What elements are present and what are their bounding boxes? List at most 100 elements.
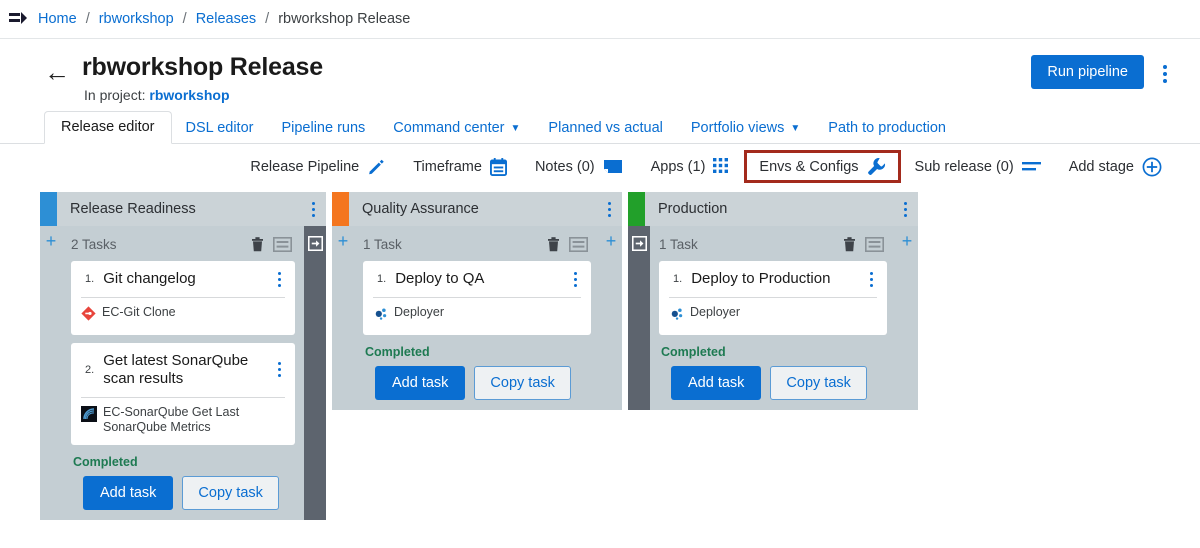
task-procedure-label: Deployer [690, 305, 740, 321]
task-card[interactable]: 1. Deploy to QA [363, 261, 591, 335]
stage-more-vertical-icon[interactable] [892, 192, 918, 226]
tab-label: Command center [393, 120, 504, 136]
toolbar-timeframe[interactable]: Timeframe [399, 152, 521, 182]
add-stage-left-rail[interactable]: + [40, 226, 62, 520]
task-procedure: Deployer [363, 298, 591, 335]
stage-more-vertical-icon[interactable] [596, 192, 622, 226]
stage-actions: Add task Copy task [363, 366, 591, 400]
stage-more-vertical-icon[interactable] [300, 192, 326, 226]
task-procedure: EC-Git Clone [71, 298, 295, 335]
stage-release-readiness: Release Readiness + 2 Tasks [40, 192, 326, 520]
task-header: 1. Deploy to QA [363, 261, 591, 297]
tab-planned-vs-actual[interactable]: Planned vs actual [534, 113, 676, 144]
delete-trash-icon[interactable] [843, 237, 856, 252]
toolbar-envs-and-configs[interactable]: Envs & Configs [744, 150, 900, 183]
project-prefix-label: In project: [84, 87, 145, 103]
copy-task-button[interactable]: Copy task [770, 366, 866, 400]
list-view-icon[interactable] [865, 237, 884, 252]
tab-path-to-production[interactable]: Path to production [814, 113, 960, 144]
calendar-icon [490, 158, 507, 176]
run-pipeline-button[interactable]: Run pipeline [1031, 55, 1144, 89]
copy-task-button[interactable]: Copy task [182, 476, 278, 510]
tab-command-center[interactable]: Command center ▼ [379, 113, 534, 144]
gate-icon [308, 236, 323, 254]
task-name: Git changelog [103, 270, 269, 288]
tab-portfolio-views[interactable]: Portfolio views ▼ [677, 113, 814, 144]
breadcrumb-item-current: rbworkshop Release [278, 11, 410, 27]
delete-trash-icon[interactable] [251, 237, 264, 252]
task-number: 1. [673, 273, 682, 285]
menu-collapse-icon[interactable] [8, 8, 30, 30]
task-more-vertical-icon[interactable] [269, 272, 289, 287]
task-header: 1. Deploy to Production [659, 261, 887, 297]
toolbar-release-pipeline[interactable]: Release Pipeline [236, 152, 399, 182]
task-card[interactable]: 1. Deploy to Production [659, 261, 887, 335]
plus-icon: + [46, 232, 57, 520]
breadcrumb: Home / rbworkshop / Releases / rbworksho… [0, 0, 1200, 39]
task-more-vertical-icon[interactable] [861, 272, 881, 287]
list-view-icon[interactable] [569, 237, 588, 252]
toolbar-label: Add stage [1069, 159, 1134, 175]
task-card[interactable]: 1. Git changelog EC-Git [71, 261, 295, 335]
task-number: 1. [85, 273, 94, 285]
add-stage-right-rail[interactable]: + [600, 226, 622, 410]
add-task-button[interactable]: Add task [671, 366, 761, 400]
task-procedure-label: EC-SonarQube Get Last SonarQube Metrics [103, 405, 285, 436]
project-line: In project: rbworkshop [82, 87, 1031, 103]
toolbar-label: Timeframe [413, 159, 482, 175]
stage-content: 1 Task [354, 226, 600, 410]
project-link[interactable]: rbworkshop [149, 87, 229, 103]
delete-trash-icon[interactable] [547, 237, 560, 252]
stage-color-bar [628, 192, 645, 226]
lines-icon [1022, 160, 1041, 173]
add-task-button[interactable]: Add task [375, 366, 465, 400]
back-arrow-icon[interactable]: ← [44, 59, 70, 85]
breadcrumb-item-releases[interactable]: Releases [196, 11, 256, 27]
header-more-vertical-icon[interactable] [1150, 55, 1180, 93]
copy-task-button[interactable]: Copy task [474, 366, 570, 400]
task-more-vertical-icon[interactable] [565, 272, 585, 287]
stage-title: Production [645, 192, 892, 226]
stage-gate-right-rail[interactable] [304, 226, 326, 520]
stage-title: Release Readiness [57, 192, 300, 226]
task-more-vertical-icon[interactable] [269, 362, 289, 377]
stage-quality-assurance: Quality Assurance + 1 Task [332, 192, 622, 410]
stage-body: + 1 Task [332, 226, 622, 410]
sonarqube-icon [81, 406, 97, 427]
header-actions: Run pipeline [1031, 55, 1180, 93]
tab-bar: Release editor DSL editor Pipeline runs … [0, 111, 1200, 144]
add-stage-right-rail[interactable]: + [896, 226, 918, 410]
toolbar-notes[interactable]: Notes (0) [521, 152, 637, 181]
list-view-icon[interactable] [273, 237, 292, 252]
tab-release-editor[interactable]: Release editor [44, 111, 172, 144]
stage-color-bar [40, 192, 57, 226]
meta-icons [251, 237, 295, 252]
add-stage-left-rail[interactable]: + [332, 226, 354, 410]
stage-title: Quality Assurance [349, 192, 596, 226]
tasks-meta: 1 Task [659, 232, 887, 256]
breadcrumb-item-home[interactable]: Home [38, 11, 77, 27]
stage-status-label: Completed [365, 345, 591, 359]
stage-gate-left-rail[interactable] [628, 226, 650, 410]
task-procedure: Deployer [659, 298, 887, 335]
toolbar-label: Envs & Configs [759, 159, 858, 175]
deployer-icon [373, 306, 388, 326]
task-name: Get latest SonarQube scan results [103, 352, 269, 388]
toolbar-label: Apps (1) [651, 159, 706, 175]
stage-content: 1 Task [650, 226, 896, 410]
stage-status-label: Completed [661, 345, 887, 359]
tab-pipeline-runs[interactable]: Pipeline runs [267, 113, 379, 144]
tab-dsl-editor[interactable]: DSL editor [172, 113, 268, 144]
toolbar-add-stage[interactable]: Add stage [1055, 151, 1176, 183]
task-card[interactable]: 2. Get latest SonarQube scan results [71, 343, 295, 445]
toolbar-sub-release[interactable]: Sub release (0) [901, 153, 1055, 181]
breadcrumb-item-project[interactable]: rbworkshop [99, 11, 174, 27]
toolbar-apps[interactable]: Apps (1) [637, 152, 745, 181]
stage-color-bar [332, 192, 349, 226]
stage-actions: Add task Copy task [659, 366, 887, 400]
meta-icons [843, 237, 887, 252]
add-task-button[interactable]: Add task [83, 476, 173, 510]
breadcrumb-separator: / [183, 11, 187, 27]
breadcrumb-separator: / [265, 11, 269, 27]
tab-label: Pipeline runs [281, 120, 365, 136]
